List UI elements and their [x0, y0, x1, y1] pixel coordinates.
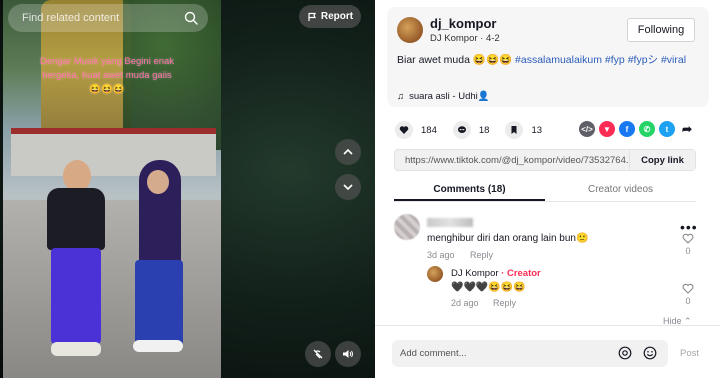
description-text: Biar awet muda 😆😆😆 [397, 54, 513, 66]
creator-avatar[interactable] [427, 266, 443, 282]
music-note-icon: ♫ [397, 91, 405, 102]
video-area[interactable]: Dengar Musik yang Begini enak bergeka, b… [0, 0, 375, 378]
hashtag-assalamualaikum[interactable]: #assalamualaikum [515, 54, 602, 66]
twitter-icon[interactable]: t [659, 121, 675, 137]
hashtag-viral[interactable]: #viral [661, 54, 686, 66]
comment-like[interactable]: 0 [681, 233, 695, 256]
tiktok-video-page: Dengar Musik yang Begini enak bergeka, b… [0, 0, 720, 378]
panel-tabs: Comments (18) Creator videos [394, 178, 696, 202]
post-button[interactable]: Post [680, 348, 699, 359]
add-comment-input[interactable]: Add comment... [392, 340, 668, 367]
search-icon[interactable] [184, 11, 198, 25]
reply-text: 🖤🖤🖤😆😆😆 [451, 282, 526, 293]
related-search-input[interactable]: Find related content [8, 4, 208, 32]
music-title: suara asli - Udhi👤 [409, 91, 490, 102]
comment-button[interactable] [452, 121, 471, 139]
volume-icon [343, 350, 353, 358]
share-buttons: </> ▼ f ✆ t ➦ [579, 121, 695, 137]
reply-author[interactable]: DJ Kompor · Creator [451, 268, 541, 279]
next-video-button[interactable] [335, 174, 361, 200]
hashtag-fyp[interactable]: #fyp [605, 54, 625, 66]
comment-date: 3d ago [427, 250, 455, 260]
author-username[interactable]: dj_kompor [430, 16, 496, 31]
reply-like[interactable]: 0 [681, 283, 695, 306]
save-count: 13 [531, 124, 543, 136]
video-player[interactable]: Dengar Musik yang Begini enak bergeka, b… [3, 0, 221, 378]
add-comment-placeholder: Add comment... [400, 348, 467, 359]
floating-player-button[interactable] [305, 341, 331, 367]
like-count: 184 [421, 124, 437, 136]
author-card: dj_kompor DJ Kompor · 4-2 Following Biar… [387, 7, 709, 107]
previous-video-button[interactable] [335, 139, 361, 165]
volume-button[interactable] [335, 341, 361, 367]
comment-like-count: 0 [685, 246, 691, 256]
whatsapp-icon[interactable]: ✆ [639, 121, 655, 137]
send-icon[interactable]: ▼ [599, 121, 615, 137]
video-person-left [39, 156, 109, 370]
bookmark-icon [511, 126, 517, 134]
hashtag-fypshi[interactable]: #fypシ [628, 54, 658, 66]
like-button[interactable] [395, 121, 413, 139]
facebook-icon[interactable]: f [619, 121, 635, 137]
mention-icon[interactable] [618, 346, 632, 360]
video-url: https://www.tiktok.com/@dj_kompor/video/… [405, 155, 634, 166]
reply-reply-button[interactable]: Reply [493, 298, 516, 308]
heart-outline-icon [682, 283, 694, 294]
no-tiktok-icon [313, 349, 323, 359]
creator-badge: · Creator [501, 268, 541, 279]
video-person-right [121, 160, 191, 370]
flag-icon [308, 12, 316, 21]
tab-comments[interactable]: Comments (18) [394, 178, 545, 201]
share-arrow-icon[interactable]: ➦ [679, 121, 695, 137]
embed-icon[interactable]: </> [579, 121, 595, 137]
search-placeholder: Find related content [22, 12, 120, 24]
comment-text: menghibur diri dan orang lain bun🙂 [427, 233, 589, 244]
reply-like-count: 0 [685, 296, 691, 306]
chevron-up-icon [343, 148, 353, 155]
engagement-actions: 184 18 13 [395, 121, 542, 139]
save-button[interactable] [505, 121, 524, 139]
heart-outline-icon [682, 233, 694, 244]
video-link-field[interactable]: https://www.tiktok.com/@dj_kompor/video/… [394, 149, 696, 171]
comment-reply-button[interactable]: Reply [470, 250, 493, 260]
commenter-name-redacted [427, 218, 473, 227]
comment-count: 18 [478, 124, 490, 136]
chevron-down-icon [343, 184, 353, 191]
music-link[interactable]: ♫ suara asli - Udhi👤 [397, 91, 490, 102]
following-button[interactable]: Following [627, 18, 695, 42]
reply-date: 2d ago [451, 298, 479, 308]
report-label: Report [320, 11, 354, 22]
commenter-avatar[interactable] [394, 214, 420, 240]
video-caption-overlay: Dengar Musik yang Begini enak bergeka, b… [39, 56, 175, 95]
copy-link-button[interactable]: Copy link [629, 150, 695, 170]
tab-creator-videos[interactable]: Creator videos [545, 178, 696, 201]
reply-author-name: DJ Kompor [451, 268, 499, 279]
comment-list: ••• menghibur diri dan orang lain bun🙂 3… [375, 203, 720, 326]
report-button[interactable]: Report [299, 5, 361, 28]
comment-composer: Add comment... Post [375, 325, 720, 378]
heart-icon [399, 126, 409, 134]
comment-icon [457, 126, 466, 133]
video-description: Biar awet muda 😆😆😆 #assalamualaikum #fyp… [397, 53, 697, 68]
author-nickname-date: DJ Kompor · 4-2 [430, 33, 500, 44]
avatar[interactable] [397, 17, 423, 43]
emoji-icon[interactable] [643, 346, 657, 360]
detail-panel: dj_kompor DJ Kompor · 4-2 Following Biar… [375, 0, 720, 378]
